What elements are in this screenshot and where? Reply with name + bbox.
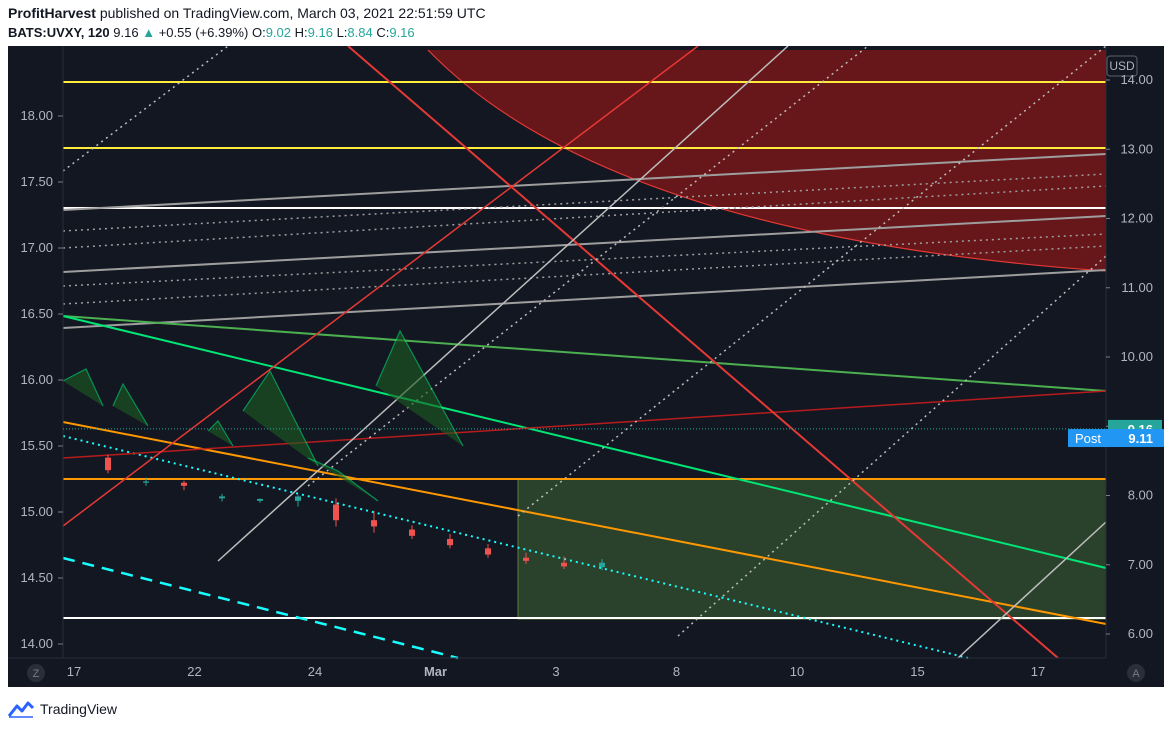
candle-body[interactable]: [295, 496, 301, 501]
candle-body[interactable]: [143, 481, 149, 483]
candle-body[interactable]: [599, 562, 605, 568]
candle-body[interactable]: [561, 562, 567, 567]
high-value: 9.16: [307, 25, 333, 40]
footer: TradingView: [8, 696, 117, 722]
symbol-legend: BATS:UVXY, 120 9.16 ▲ +0.55 (+6.39%) O:9…: [8, 25, 415, 40]
zoom-icon: Z: [33, 668, 40, 680]
candle-body[interactable]: [181, 482, 187, 486]
time-axis-label: 15: [910, 664, 924, 679]
publish-line: ProfitHarvest published on TradingView.c…: [8, 5, 486, 21]
author-name[interactable]: ProfitHarvest: [8, 5, 96, 21]
change-arrow-icon: ▲: [142, 25, 156, 40]
high-label: H:: [294, 25, 308, 40]
auto-scale-icon: A: [1132, 668, 1140, 680]
left-axis-label: 18.00: [20, 108, 53, 123]
currency-label: USD: [1109, 59, 1135, 73]
time-axis-label: 17: [1031, 664, 1045, 679]
right-axis-label: 13.00: [1120, 141, 1153, 156]
right-axis-label: 10.00: [1120, 349, 1153, 364]
candle-body[interactable]: [409, 529, 415, 536]
post-price-label: 9.11: [1128, 431, 1153, 446]
left-axis-label: 16.50: [20, 306, 53, 321]
price-change: +0.55 (+6.39%): [158, 25, 249, 40]
time-axis-label: 8: [673, 664, 680, 679]
right-axis-label: 7.00: [1128, 557, 1153, 572]
time-axis-label: 10: [790, 664, 804, 679]
right-axis-label: 11.00: [1121, 280, 1153, 295]
chart-svg[interactable]: USD 18.00 17.50 17.00 16.50 16.00 15.50 15.00 1…: [8, 45, 1164, 687]
right-axis-label: 8.00: [1128, 488, 1153, 503]
tradingview-brand[interactable]: TradingView: [40, 701, 117, 717]
candle-body[interactable]: [333, 504, 339, 521]
low-label: L:: [336, 25, 348, 40]
tradingview-logo-icon: [8, 701, 34, 718]
candle-body[interactable]: [105, 457, 111, 471]
post-market-tag: Post: [1075, 431, 1101, 446]
left-axis-label: 14.50: [20, 570, 53, 585]
low-value: 8.84: [347, 25, 373, 40]
left-axis-label: 17.50: [20, 174, 53, 189]
left-axis-label: 15.50: [20, 438, 53, 453]
time-axis-label: 17: [67, 664, 81, 679]
publish-header: ProfitHarvest published on TradingView.c…: [0, 0, 1172, 44]
close-label: C:: [376, 25, 390, 40]
close-value: 9.16: [389, 25, 415, 40]
last-price: 9.16: [113, 25, 139, 40]
open-value: 9.02: [265, 25, 291, 40]
candle-body[interactable]: [371, 520, 377, 527]
right-axis-label: 12.00: [1120, 211, 1153, 226]
candle-body[interactable]: [447, 538, 453, 546]
left-axis-label: 14.00: [20, 636, 53, 651]
chart-area[interactable]: USD 18.00 17.50 17.00 16.50 16.00 15.50 15.00 1…: [8, 45, 1164, 687]
symbol-label[interactable]: BATS:UVXY, 120: [8, 25, 110, 40]
left-axis-label: 17.00: [20, 240, 53, 255]
right-axis-label: 6.00: [1128, 626, 1153, 641]
candle-body[interactable]: [485, 548, 491, 555]
candle-body[interactable]: [257, 498, 263, 501]
time-axis-label: 3: [552, 664, 559, 679]
green-target-zone[interactable]: [517, 478, 1107, 620]
time-axis-label: Mar: [424, 664, 447, 679]
time-axis-label: 24: [308, 664, 322, 679]
candle-body[interactable]: [523, 557, 529, 561]
time-axis-label: 22: [187, 664, 201, 679]
left-axis-label: 15.00: [20, 504, 53, 519]
candle-body[interactable]: [219, 496, 225, 499]
published-text: published on TradingView.com, March 03, …: [99, 5, 486, 21]
open-label: O:: [251, 25, 266, 40]
left-axis-label: 16.00: [20, 372, 53, 387]
right-axis-label: 14.00: [1120, 72, 1153, 87]
